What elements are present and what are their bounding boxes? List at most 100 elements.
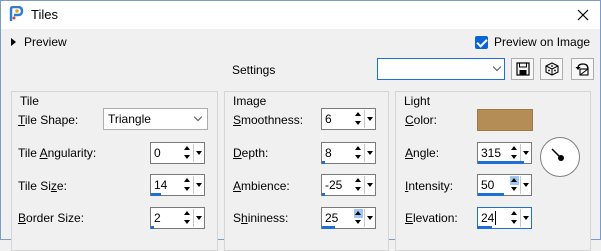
border-size-value: 2 [154,211,161,225]
shininess-value: 25 [325,211,339,225]
dial-needle-icon [551,148,564,161]
preview-label: Preview [24,35,67,49]
elevation-level-bar [478,226,492,229]
close-button[interactable] [566,1,600,29]
depth-value: 8 [325,146,332,160]
smoothness-label: Smoothness: [233,113,304,127]
spin-arrows[interactable] [183,209,192,227]
app-icon [9,6,24,21]
spin-menu-button[interactable] [520,176,530,194]
spin-up-icon [511,211,517,215]
light-angle-level-bar [478,161,524,164]
spin-arrows[interactable] [183,144,192,162]
spin-menu-button[interactable] [193,176,203,194]
depth-spinbox[interactable]: 8 [321,142,376,164]
spin-menu-button[interactable] [193,209,203,227]
spin-down-icon [511,220,517,224]
spin-down-icon [511,155,517,159]
ambience-spinbox[interactable]: -25 [321,174,376,196]
spin-menu-button[interactable] [520,144,530,162]
intensity-spinbox[interactable]: 50 [477,174,532,196]
tile-size-spinbox[interactable]: 14 [150,174,205,196]
preview-on-image-checkbox[interactable]: Preview on Image [475,35,590,49]
elevation-spinbox[interactable]: 24 [477,207,532,229]
spin-up-icon [355,112,361,116]
tile-size-level-bar [151,193,161,196]
tile-angularity-label: Tile Angularity: [18,146,97,160]
spin-menu-button[interactable] [364,110,374,128]
spin-menu-button[interactable] [193,144,203,162]
spin-menu-button[interactable] [364,209,374,227]
smoothness-spinbox[interactable]: 6 [321,108,376,130]
spin-down-icon [355,220,361,224]
spin-down-icon [184,220,190,224]
text-caret [495,211,496,225]
shininess-spinbox[interactable]: 25 [321,207,376,229]
window-title: Tiles [31,7,58,22]
spin-arrows[interactable] [354,144,363,162]
light-angle-dial[interactable] [540,137,580,177]
expand-arrow-icon [11,38,16,46]
tile-group-title: Tile [20,94,39,108]
reset-icon [575,63,589,76]
title-bar: Tiles [1,1,600,29]
border-size-level-bar [151,226,154,229]
shininess-level-bar [322,226,335,229]
spin-arrows[interactable] [510,209,519,227]
light-angle-value: 315 [481,146,502,160]
chevron-down-icon [193,112,203,122]
elevation-label: Elevation: [405,211,458,225]
spin-up-icon [184,178,190,182]
tile-angularity-spinbox[interactable]: 0 [150,142,205,164]
spin-arrows[interactable] [354,110,363,128]
preview-expander[interactable]: Preview [11,35,67,49]
tile-size-label: Tile Size: [18,179,67,193]
preset-dropdown[interactable] [377,58,505,80]
light-angle-label: Angle: [405,146,440,160]
spin-arrows[interactable] [510,176,519,194]
spin-up-icon [355,211,361,215]
preview-row: Preview Preview on Image [1,29,600,55]
spin-up-icon [511,146,517,150]
image-group-title: Image [233,94,267,108]
reset-button[interactable] [571,58,594,80]
spin-arrows[interactable] [354,176,363,194]
spin-arrows[interactable] [510,144,519,162]
intensity-level-bar [478,193,504,196]
settings-row: Settings [1,55,600,85]
light-angle-spinbox[interactable]: 315 [477,142,532,164]
spin-up-icon [184,146,190,150]
spin-menu-button[interactable] [364,144,374,162]
spin-menu-button[interactable] [520,209,530,227]
tile-shape-value: Triangle [108,112,151,126]
spin-down-icon [184,155,190,159]
save-preset-button[interactable] [511,58,534,80]
depth-label: Depth: [233,146,269,160]
close-icon [577,9,589,21]
tile-size-value: 14 [154,178,168,192]
spin-down-icon [355,121,361,125]
smoothness-value: 6 [325,112,332,126]
spin-up-icon [184,211,190,215]
light-color-label: Color: [405,113,438,127]
randomize-button[interactable] [540,58,563,80]
spin-up-icon [355,178,361,182]
light-color-swatch[interactable] [477,109,533,131]
save-icon [515,62,530,76]
spin-menu-button[interactable] [364,176,374,194]
tile-shape-label: Tile Shape: [18,113,79,127]
shininess-label: Shininess: [233,211,289,225]
spin-arrows[interactable] [183,176,192,194]
spin-arrows[interactable] [354,209,363,227]
preview-on-image-label: Preview on Image [494,35,591,49]
spin-down-icon [184,187,190,191]
tile-angularity-value: 0 [154,146,161,160]
border-size-spinbox[interactable]: 2 [150,207,205,229]
settings-label: Settings [232,63,276,77]
depth-level-bar [322,161,325,164]
border-size-label: Border Size: [18,211,85,225]
tile-shape-dropdown[interactable]: Triangle [103,108,208,130]
spin-up-icon [355,146,361,150]
tiles-dialog: Tiles Preview Preview on Image Settings [0,0,601,251]
spin-down-icon [355,187,361,191]
